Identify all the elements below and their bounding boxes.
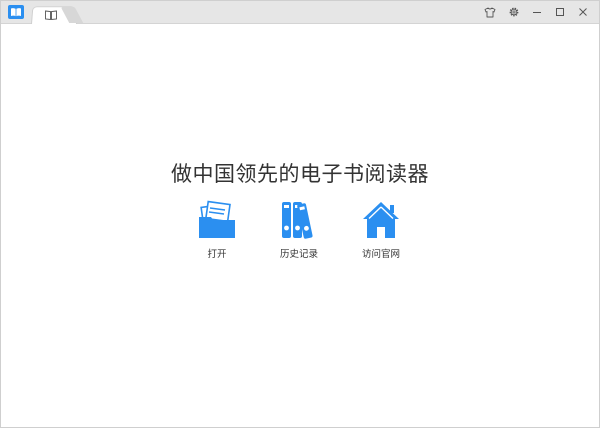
settings-button[interactable] [506,5,522,19]
open-button[interactable]: 打开 [182,200,252,260]
home-icon [363,202,399,238]
app-window: 做中国领先的电子书阅读器 打开 历史记录 访问官网 [0,0,600,428]
title-bar [1,1,599,25]
app-logo-icon [8,5,24,19]
maximize-button[interactable] [552,5,568,19]
folder-icon [199,200,235,238]
minimize-icon [533,12,541,13]
minimize-button[interactable] [529,5,545,19]
tagline: 做中国领先的电子书阅读器 [171,162,429,186]
close-button[interactable] [575,5,591,19]
open-label: 打开 [207,249,227,260]
history-label: 历史记录 [279,249,318,260]
visit-website-label: 访问官网 [361,249,400,260]
home-content: 做中国领先的电子书阅读器 打开 历史记录 访问官网 [1,24,599,427]
binders-icon [282,202,313,239]
skin-button[interactable] [482,5,498,19]
maximize-icon [556,8,564,16]
visit-website-button[interactable]: 访问官网 [346,200,416,260]
book-icon [45,10,57,20]
history-button[interactable]: 历史记录 [264,200,334,260]
skin-icon [484,7,496,17]
gear-icon [509,7,519,17]
close-icon [579,8,587,16]
